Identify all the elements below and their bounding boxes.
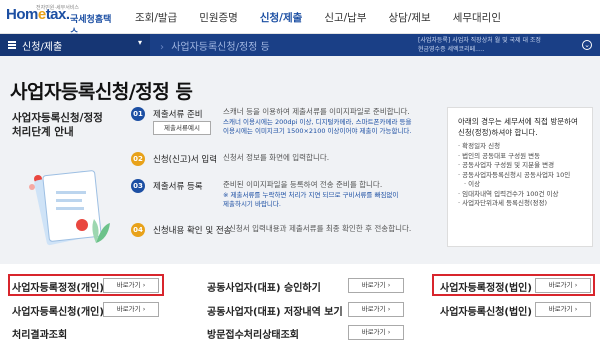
top-nav: 조회/발급 민원증명 신청/제출 신고/납부 상담/제보 세무대리인	[135, 10, 523, 25]
process-steps: 01 제출서류 준비 스캐너 등을 이용하여 제출서류를 이미지파일로 준비합니…	[125, 107, 443, 245]
step-2: 02 신청(신고)서 입력 신청서 정보를 화면에 입력합니다.	[125, 152, 443, 172]
visit-notice-item: 공동사업자 구성원 및 지분율 변경	[458, 161, 582, 171]
go-button-correction-individual[interactable]: 바로가기	[103, 278, 159, 293]
breadcrumb: › 사업자등록신청/정정 등	[160, 38, 270, 53]
process-label: 사업자등록신청/정정 처리단계 안내	[12, 111, 103, 139]
step-desc-note-2: 이용시에는 이미지크기 1500×2100 이상이어야 제출이 가능합니다.	[223, 127, 412, 135]
nav-item-inquiry[interactable]: 조회/발급	[135, 10, 177, 25]
go-button-joint-approve[interactable]: 바로가기	[348, 278, 404, 293]
notice-ticker[interactable]: [사업자등록] 사업자 직장상처 월 및 국제 대 조정 현금영수증 세엑코리페…	[418, 34, 598, 56]
link-register-individual[interactable]: 사업자등록신청(개인)	[12, 303, 104, 318]
visit-notice-heading-line-1: 아래의 경우는 세무서에 직접 방문하여	[458, 117, 578, 126]
step-desc: 스캐너 등을 이용하여 제출서류를 이미지파일로 준비합니다.	[223, 107, 410, 116]
step-label: 신청(신고)서 입력	[153, 155, 218, 165]
visit-notice-item: 공동사업자등록신청시 공동사업자 10인	[458, 171, 582, 181]
step-3: 03 제출서류 등록 준비된 이미지파일을 등록하여 전송 준비를 합니다. ※…	[125, 179, 443, 219]
step-1: 01 제출서류 준비 스캐너 등을 이용하여 제출서류를 이미지파일로 준비합니…	[125, 107, 443, 147]
link-register-corporate[interactable]: 사업자등록신청(법인)	[440, 303, 532, 318]
visit-notice-item: 법인의 공동대표 구성원 변동	[458, 152, 582, 162]
step-4: 04 신청내용 확인 및 전송 신청서 입력내용과 제출서류를 최종 확인한 후…	[125, 223, 443, 243]
ticker-line-2: 현금영수증 세엑코리페.....	[418, 46, 485, 53]
go-button-correction-corporate[interactable]: 바로가기	[535, 278, 591, 293]
link-result-inquiry[interactable]: 처리결과조회	[12, 326, 67, 341]
link-joint-saved[interactable]: 공동사업자(대표) 저장내역 보기	[207, 303, 343, 318]
visit-notice-heading-line-2: 신청(정정)하셔야 합니다.	[458, 128, 538, 137]
process-label-line-1: 사업자등록신청/정정	[12, 112, 103, 124]
step-number: 03	[131, 179, 145, 193]
page-title: 사업자등록신청/정정 등	[10, 81, 193, 103]
go-button-visit-status[interactable]: 바로가기	[348, 325, 404, 340]
link-correction-individual[interactable]: 사업자등록정정(개인)	[12, 279, 104, 294]
top-bar: 전자민원·세무서비스 Hometax. 국세청홈택스 조회/발급 민원증명 신청…	[0, 0, 600, 38]
menu-dropdown-button[interactable]: 신청/제출 ▾	[0, 34, 150, 56]
hamburger-icon	[8, 41, 16, 43]
nav-item-consult[interactable]: 상담/제보	[389, 10, 431, 25]
menu-label: 신청/제출	[22, 42, 63, 53]
go-button-register-corporate[interactable]: 바로가기	[535, 302, 591, 317]
step-desc: 신청서 입력내용과 제출서류를 최종 확인한 후 전송합니다.	[229, 224, 412, 233]
link-correction-corporate[interactable]: 사업자등록정정(법인)	[440, 279, 532, 294]
step-desc: 신청서 정보를 화면에 입력합니다.	[223, 153, 330, 162]
document-illustration	[29, 170, 110, 246]
step-number: 02	[131, 152, 145, 166]
breadcrumb-current: 사업자등록신청/정정 등	[171, 42, 270, 53]
sample-documents-button[interactable]: 제출서류예시	[153, 121, 211, 135]
visit-notice-item: 확정일자 신청	[458, 142, 582, 152]
go-button-joint-saved[interactable]: 바로가기	[348, 302, 404, 317]
step-desc-note-2: 제출하시기 바랍니다.	[223, 200, 281, 208]
step-number: 01	[131, 107, 145, 121]
step-label: 제출서류 준비	[153, 110, 203, 120]
step-label: 제출서류 등록	[153, 182, 203, 192]
nav-item-application[interactable]: 신청/제출	[260, 10, 302, 25]
go-button-register-individual[interactable]: 바로가기	[103, 302, 159, 317]
ticker-expand-icon[interactable]: ⌄	[582, 40, 592, 50]
breadcrumb-arrow-icon: ›	[160, 42, 164, 53]
nav-item-report[interactable]: 신고/납부	[324, 10, 366, 25]
visit-notice-item: 사업자단위과세 등록신청(정정)	[458, 199, 582, 209]
nav-item-agent[interactable]: 세무대리인	[453, 10, 501, 25]
visit-notice-box: 아래의 경우는 세무서에 직접 방문하여 신청(정정)하셔야 합니다. 확정일자…	[447, 107, 593, 247]
nav-item-certificate[interactable]: 민원증명	[199, 10, 238, 25]
quick-links: 사업자등록정정(개인) 바로가기 사업자등록신청(개인) 바로가기 처리결과조회…	[0, 264, 600, 347]
hometax-logo[interactable]: 전자민원·세무서비스 Hometax. 국세청홈택스	[6, 4, 118, 38]
link-joint-approve[interactable]: 공동사업자(대표) 승인하기	[207, 279, 321, 294]
dropdown-arrow-icon: ▾	[137, 38, 142, 47]
ticker-line-1: [사업자등록] 사업자 직장상처 월 및 국제 대 조정	[418, 37, 541, 44]
step-desc: 준비된 이미지파일을 등록하여 전송 준비를 합니다.	[223, 180, 383, 189]
visit-notice-item-cont: 이상	[458, 180, 582, 190]
visit-notice-item: 임대차내역 입력건수가 100건 이상	[458, 190, 582, 200]
visit-notice-heading: 아래의 경우는 세무서에 직접 방문하여 신청(정정)하셔야 합니다.	[458, 116, 582, 138]
link-visit-status[interactable]: 방문접수처리상태조회	[207, 326, 299, 341]
step-label: 신청내용 확인 및 전송	[153, 226, 232, 236]
sub-bar: 신청/제출 ▾ › 사업자등록신청/정정 등 [사업자등록] 사업자 직장상처 …	[0, 34, 600, 56]
step-number: 04	[131, 223, 145, 237]
process-label-line-2: 처리단계 안내	[12, 126, 74, 138]
logo-wordmark: Hometax.	[6, 6, 70, 23]
